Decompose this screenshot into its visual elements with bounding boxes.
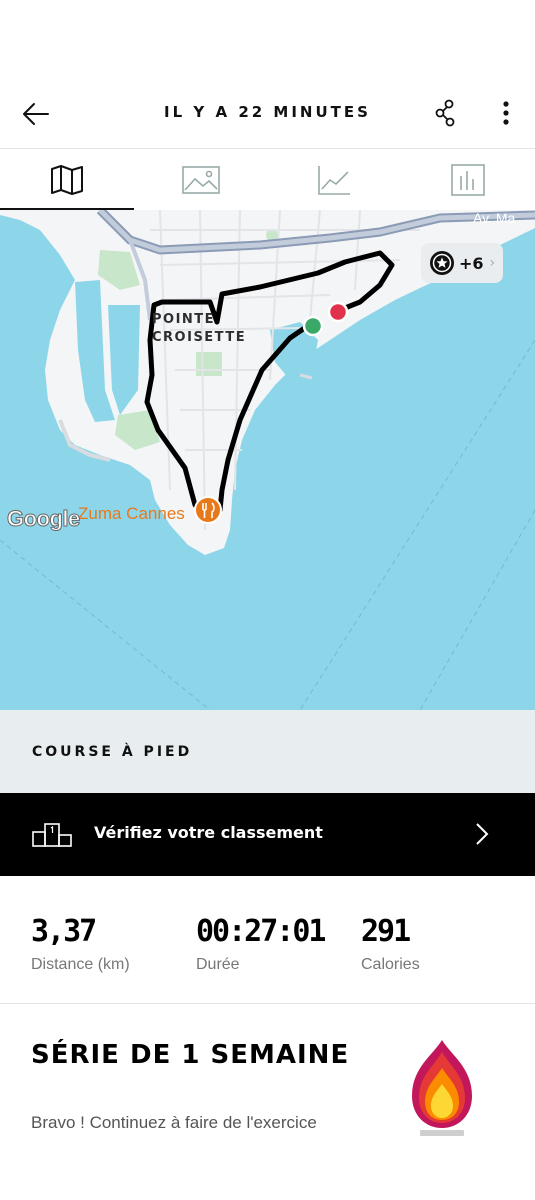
place-label-line1: POINTE bbox=[152, 312, 216, 327]
ranking-label: Vérifiez votre classement bbox=[94, 823, 323, 842]
tab-graph[interactable] bbox=[268, 149, 402, 211]
workout-stats: 3,37 Distance (km) 00:27:01 Durée 291 Ca… bbox=[0, 876, 535, 1004]
route-map[interactable]: Av. Ma POINTE CROISETTE Zuma Cannes Goog… bbox=[0, 210, 535, 710]
map-canvas bbox=[0, 210, 535, 710]
stat-calories: 291 Calories bbox=[361, 914, 420, 974]
jetty bbox=[299, 373, 313, 380]
stat-label: Distance (km) bbox=[31, 956, 130, 973]
restaurant-icon[interactable] bbox=[194, 496, 222, 524]
chevron-right-icon: › bbox=[489, 255, 496, 271]
park bbox=[196, 352, 222, 376]
stat-distance: 3,37 Distance (km) bbox=[31, 914, 130, 974]
streak-title: SÉRIE DE 1 SEMAINE bbox=[31, 1040, 350, 1070]
achievements-badge[interactable]: +6 › bbox=[421, 243, 503, 283]
sea-lane bbox=[419, 509, 535, 710]
activity-type-label: COURSE À PIED bbox=[32, 744, 193, 760]
line-chart-icon bbox=[318, 166, 351, 195]
sea-lane bbox=[299, 339, 535, 710]
tab-stats[interactable] bbox=[401, 149, 535, 211]
stat-label: Durée bbox=[196, 956, 240, 973]
bar-chart-icon bbox=[451, 164, 485, 196]
achievements-count: +6 bbox=[459, 253, 484, 273]
chevron-right-icon bbox=[476, 823, 489, 845]
place-label-line2: CROISETTE bbox=[152, 330, 247, 345]
kebab-menu-icon bbox=[503, 101, 509, 125]
more-options-button[interactable] bbox=[492, 94, 520, 132]
end-marker[interactable] bbox=[327, 301, 349, 323]
star-medal-icon bbox=[430, 251, 454, 275]
tab-bar bbox=[0, 148, 535, 211]
tab-map[interactable] bbox=[0, 149, 134, 211]
poi-label[interactable]: Zuma Cannes bbox=[78, 504, 185, 524]
podium-icon bbox=[32, 823, 72, 847]
google-logo: Google bbox=[7, 506, 81, 532]
streak-text: Bravo ! Continuez à faire de l'exercice bbox=[31, 1113, 317, 1132]
status-bar bbox=[0, 0, 535, 70]
ranking-button[interactable]: Vérifiez votre classement bbox=[0, 793, 535, 876]
stat-label: Calories bbox=[361, 956, 420, 973]
streak-card[interactable]: SÉRIE DE 1 SEMAINE Bravo ! Continuez à f… bbox=[0, 1004, 535, 1200]
place-label: POINTE CROISETTE bbox=[152, 311, 246, 347]
activity-type-section: COURSE À PIED bbox=[0, 710, 535, 793]
sea-lane bbox=[0, 539, 211, 710]
street-label: Av. Ma bbox=[473, 210, 516, 226]
map-icon bbox=[50, 165, 83, 195]
share-button[interactable] bbox=[428, 94, 464, 132]
start-marker[interactable] bbox=[302, 315, 324, 337]
flame-icon bbox=[412, 1040, 472, 1136]
tab-photos[interactable] bbox=[134, 149, 268, 211]
share-icon bbox=[435, 99, 455, 127]
stat-value: 00:27:01 bbox=[196, 914, 326, 949]
stat-value: 3,37 bbox=[31, 914, 97, 949]
stat-duration: 00:27:01 Durée bbox=[196, 914, 326, 974]
image-icon bbox=[181, 166, 220, 194]
app-header: IL Y A 22 MINUTES bbox=[0, 78, 535, 148]
stat-value: 291 bbox=[361, 914, 411, 949]
